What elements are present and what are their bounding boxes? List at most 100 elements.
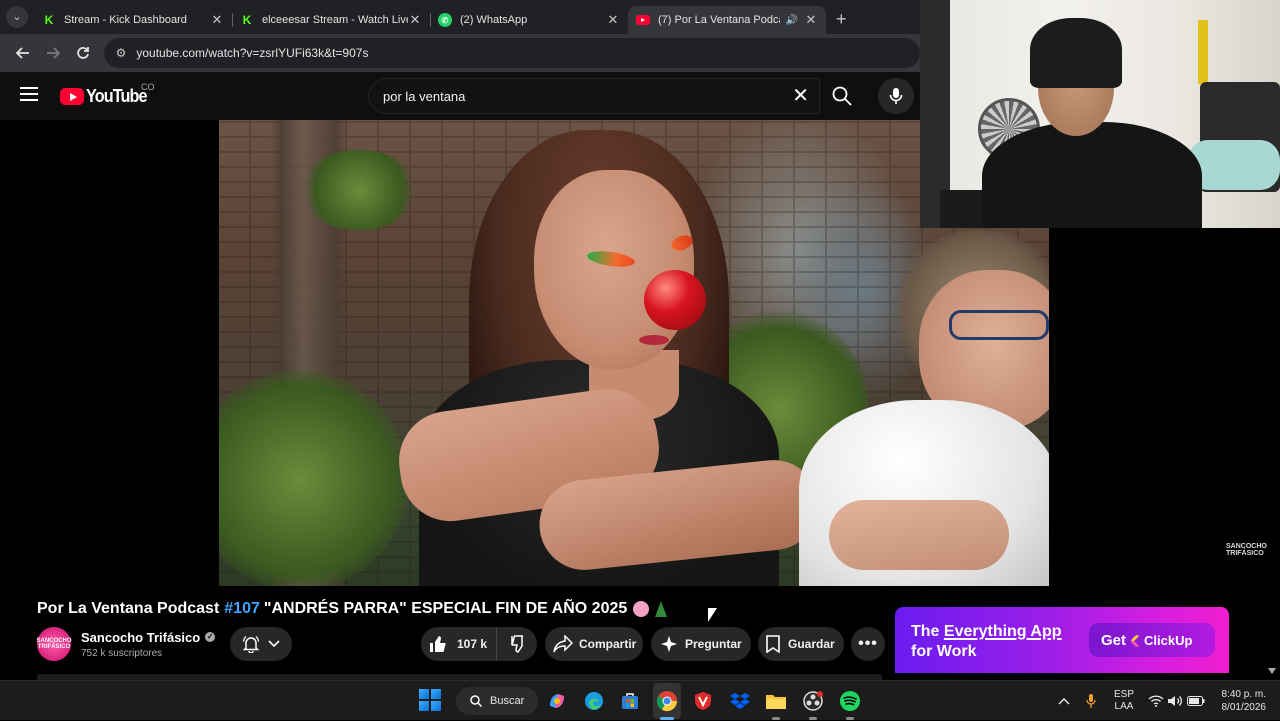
chrome-icon[interactable] (655, 689, 679, 713)
microphone-in-use-icon[interactable] (1079, 689, 1103, 713)
close-icon[interactable]: ✕ (804, 12, 818, 28)
close-icon[interactable]: ✕ (606, 12, 620, 28)
christmas-tree-emoji-icon (655, 601, 668, 617)
file-explorer-icon[interactable] (764, 689, 788, 713)
clickup-ad-banner[interactable]: The Everything App for Work Get ClickUp (895, 607, 1229, 673)
tab-kick-stream[interactable]: K elceeesar Stream - Watch Live o ✕ (232, 6, 430, 34)
whatsapp-icon: ✆ (438, 13, 452, 27)
close-icon[interactable]: ✕ (408, 12, 422, 28)
subscriber-count: 752 k suscriptores (81, 647, 163, 659)
tab-kick-dashboard[interactable]: K Stream - Kick Dashboard ✕ (34, 6, 232, 34)
share-icon (553, 635, 573, 653)
tab-youtube[interactable]: (7) Por La Ventana Podcast 🔊 ✕ (628, 6, 826, 34)
verified-icon: ✓ (205, 632, 216, 642)
chevron-down-icon (268, 640, 280, 648)
search-icon (470, 695, 482, 707)
search-button[interactable] (820, 78, 864, 114)
video-title: Por La Ventana Podcast #107 "ANDRÉS PARR… (37, 598, 668, 620)
kick-icon: K (242, 13, 252, 27)
channel-watermark: SANCOCHO TRIFÁSICO (1226, 543, 1267, 557)
tab-search-button[interactable]: ⌄ (0, 0, 34, 34)
reload-button[interactable] (68, 38, 98, 68)
windows-start-icon[interactable] (419, 689, 441, 711)
tab-title: (2) WhatsApp (460, 14, 528, 26)
clock[interactable]: 8:40 p. m. 8/01/2026 (1214, 681, 1267, 721)
tab-title: Stream - Kick Dashboard (64, 14, 187, 26)
taskbar-search[interactable]: Buscar (456, 687, 538, 715)
country-code: CO (141, 82, 155, 92)
youtube-play-icon (60, 88, 84, 105)
microsoft-store-icon[interactable] (618, 689, 642, 713)
like-button[interactable]: 107 k (421, 627, 497, 661)
site-info-icon[interactable]: ⚙ (116, 46, 127, 60)
video-hashtag-link[interactable]: #107 (224, 600, 260, 618)
video-person-left (359, 130, 823, 586)
like-count: 107 k (457, 637, 488, 651)
url-text: youtube.com/watch?v=zsrlYUFi63k&t=907s (136, 46, 369, 60)
edge-icon[interactable] (582, 689, 606, 713)
bookmark-icon (766, 635, 780, 653)
arrow-right-icon (46, 47, 60, 59)
battery-icon[interactable] (1184, 689, 1208, 713)
youtube-header: YouTube CO por la ventana ✕ (0, 72, 920, 120)
video-person-right (799, 230, 1049, 586)
copilot-icon[interactable] (545, 689, 569, 713)
ad-line1-plain: The (911, 623, 944, 640)
mouse-cursor-icon (708, 608, 717, 622)
back-button[interactable] (8, 38, 38, 68)
youtube-icon (636, 15, 650, 25)
thumbs-up-icon (430, 636, 446, 652)
reload-icon (76, 47, 89, 59)
menu-icon[interactable] (20, 87, 38, 101)
address-bar[interactable]: ⚙ youtube.com/watch?v=zsrlYUFi63k&t=907s (103, 38, 920, 68)
voice-search-button[interactable] (878, 78, 914, 114)
tab-title: (7) Por La Ventana Podcast (658, 14, 780, 26)
new-tab-button[interactable]: + (836, 9, 847, 30)
scroll-down-arrow-icon[interactable] (1268, 668, 1276, 674)
ad-cta-button[interactable]: Get ClickUp (1089, 623, 1215, 657)
save-button[interactable]: Guardar (758, 627, 844, 661)
thumbs-down-icon (511, 635, 523, 653)
obs-icon[interactable] (801, 689, 825, 713)
chevron-up-icon[interactable] (1052, 689, 1076, 713)
forward-button[interactable] (38, 38, 68, 68)
clickup-logo-icon (1129, 633, 1145, 649)
ask-button[interactable]: Preguntar (651, 627, 751, 661)
lang-bottom: LAA (1114, 701, 1134, 712)
dislike-button[interactable] (497, 635, 537, 653)
input-language[interactable]: ESP LAA (1112, 681, 1136, 721)
dropbox-icon[interactable] (728, 689, 752, 713)
tab-whatsapp[interactable]: ✆ (2) WhatsApp ✕ (430, 6, 628, 34)
search-icon (832, 86, 852, 106)
share-button[interactable]: Compartir (545, 627, 643, 661)
channel-avatar[interactable]: SANCOCHO TRIFÁSICO (37, 627, 72, 661)
ad-cta-brand: ClickUp (1144, 632, 1193, 648)
youtube-logo[interactable]: YouTube CO (60, 82, 155, 107)
share-label: Compartir (579, 637, 637, 651)
pig-emoji-icon (633, 601, 650, 617)
spotify-icon[interactable] (838, 689, 862, 713)
ask-label: Preguntar (685, 637, 742, 651)
browser-toolbar: ⚙ youtube.com/watch?v=zsrlYUFi63k&t=907s (0, 34, 920, 72)
chevron-down-icon: ⌄ (6, 6, 28, 28)
speaker-icon[interactable]: 🔊 (786, 15, 798, 26)
channel-info: SANCOCHO TRIFÁSICO Sancocho Trifásico ✓ … (37, 627, 216, 661)
shield-app-icon[interactable] (691, 689, 715, 713)
microphone-icon (889, 88, 903, 104)
search-input[interactable]: por la ventana ✕ (368, 78, 820, 114)
clear-search-icon[interactable]: ✕ (792, 86, 809, 106)
more-actions-button[interactable]: ••• (851, 627, 885, 661)
webcam-overlay (920, 0, 1280, 228)
clock-time: 8:40 p. m. (1221, 689, 1266, 700)
subscription-bell-button[interactable] (230, 627, 292, 661)
bell-icon (242, 635, 260, 653)
like-dislike-group: 107 k (421, 627, 537, 661)
channel-name[interactable]: Sancocho Trifásico (81, 630, 200, 645)
video-title-rest: "ANDRÉS PARRA" ESPECIAL FIN DE AÑO 2025 (263, 600, 628, 617)
video-title-prefix: Por La Ventana Podcast (37, 600, 220, 617)
windows-taskbar: Buscar ESP LAA 8:40 p. m. 8/01/2026 (0, 680, 1280, 720)
close-icon[interactable]: ✕ (210, 12, 224, 28)
ad-line1-underlined: Everything App (943, 623, 1062, 640)
ad-line2: for Work (911, 643, 977, 660)
lang-top: ESP (1113, 689, 1134, 700)
